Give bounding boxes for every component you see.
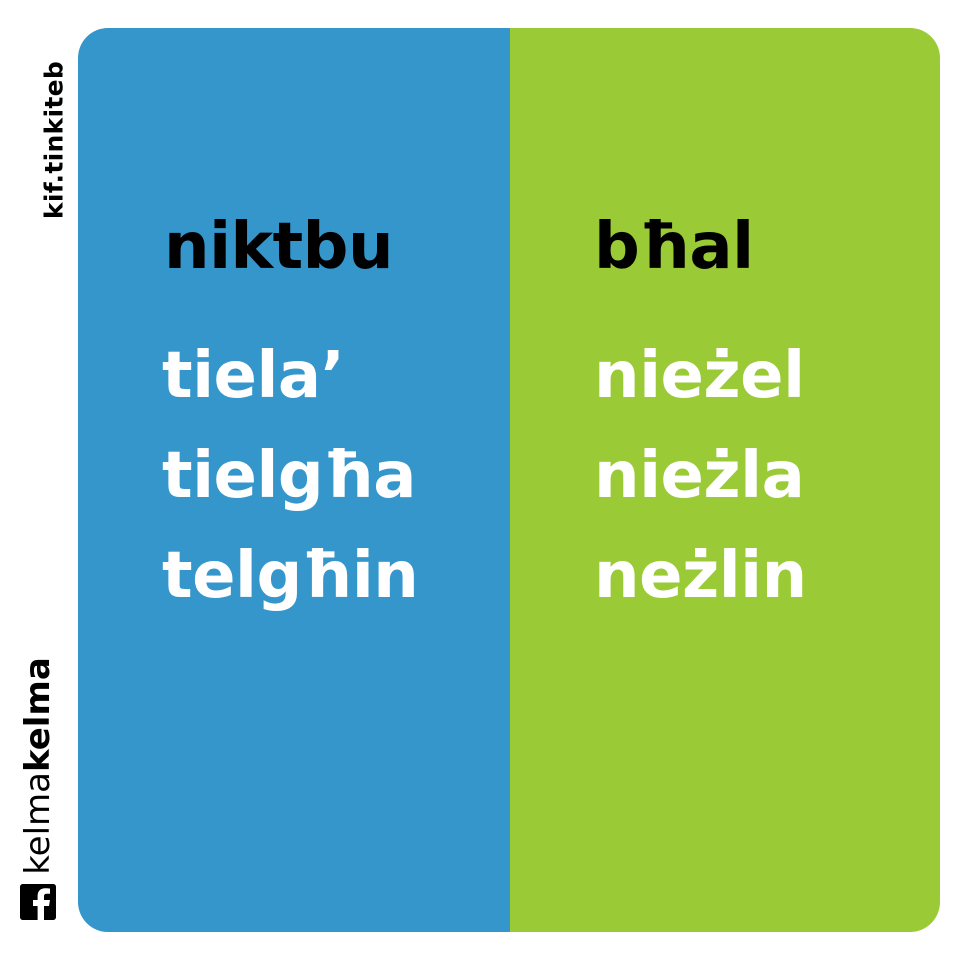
comparison-card: niktbu tiela’ tielgħa telgħin bħal nieże…: [78, 28, 940, 932]
left-panel-heading: niktbu: [164, 210, 394, 284]
right-word-list: nieżel nieżla neżlin: [594, 344, 807, 644]
right-panel-heading: bħal: [594, 210, 754, 284]
left-word-list: tiela’ tielgħa telgħin: [162, 339, 419, 644]
list-item: tiela’: [162, 339, 345, 413]
list-item: nieżel: [594, 339, 805, 413]
list-item: telgħin: [162, 539, 419, 613]
right-panel: bħal nieżel nieżla neżlin: [510, 28, 940, 932]
list-item: neżlin: [594, 539, 807, 613]
left-panel: niktbu tiela’ tielgħa telgħin: [78, 28, 510, 932]
brand-logo-light: kelma: [18, 772, 58, 875]
list-item: tielgħa: [162, 439, 416, 513]
page: kif.tinkiteb kelmakelma niktbu tiela’ ti…: [0, 0, 960, 960]
brand-logo: kelmakelma: [18, 657, 58, 875]
page-handle: kif.tinkiteb: [39, 60, 69, 220]
list-item: nieżla: [594, 439, 805, 513]
facebook-icon[interactable]: [20, 884, 56, 920]
brand-logo-bold: kelma: [18, 657, 58, 772]
